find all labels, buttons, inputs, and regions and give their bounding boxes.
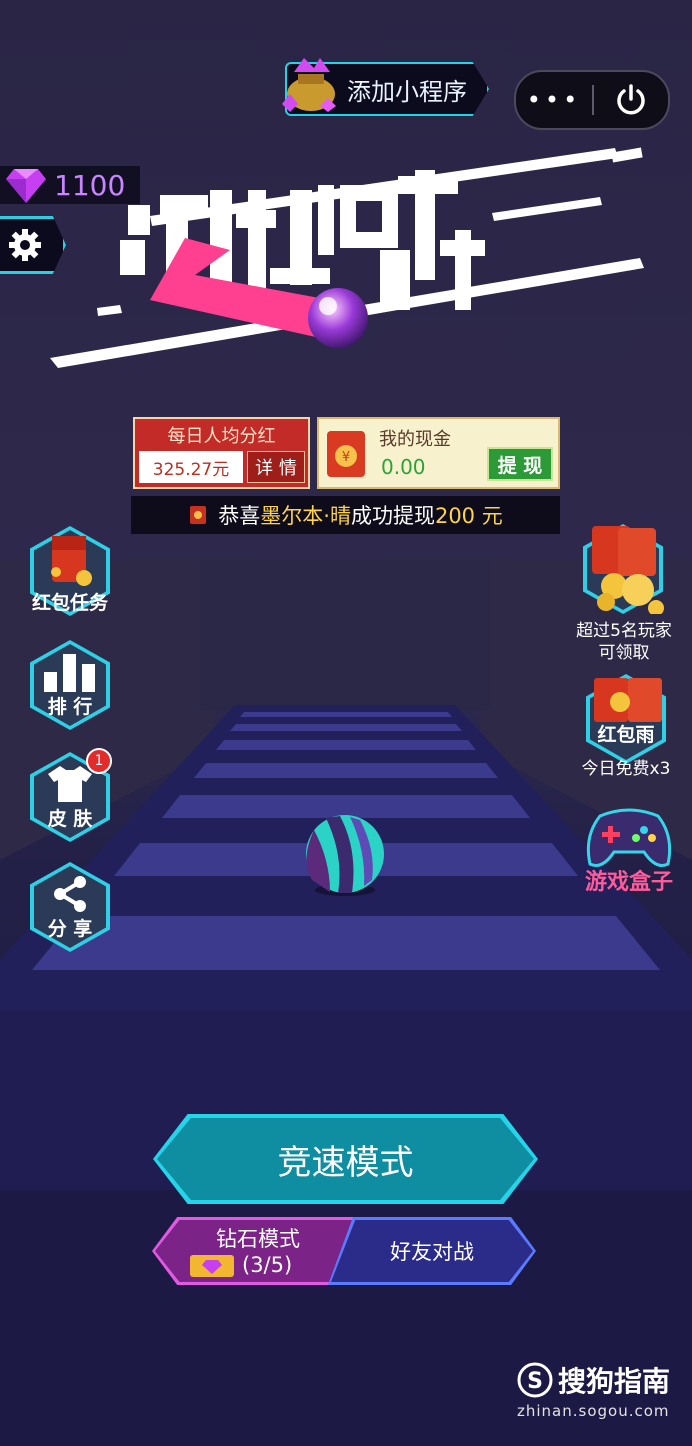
watermark-brand: S 搜狗指南	[516, 1360, 670, 1400]
diamond-mode-label: 钻石模式	[216, 1227, 300, 1251]
withdraw-button[interactable]: 提 现	[487, 447, 553, 481]
red-envelope-icon	[190, 506, 207, 524]
details-button[interactable]: 详 情	[247, 451, 305, 483]
close-button[interactable]	[594, 83, 668, 117]
red-envelope-icon: ¥	[327, 431, 365, 477]
ticker-name: 墨尔本·晴	[260, 504, 351, 528]
watermark-brand-text: 搜狗指南	[558, 1365, 671, 1398]
treasure-bag-icon	[282, 58, 336, 112]
cash-value: 0.00	[381, 455, 426, 479]
diamond-mode-button[interactable]: 钻石模式 (3/5)	[152, 1217, 362, 1285]
diamond-counter: 1100	[0, 166, 140, 204]
daily-dividend-amount: 325.27元	[139, 451, 243, 483]
watermark-domain: zhinan.sogou.com	[517, 1402, 670, 1420]
player-reward-button[interactable]: 超过5名玩家 可领取	[568, 520, 680, 663]
friend-battle-label: 好友对战	[331, 1220, 533, 1282]
settings-button[interactable]	[0, 216, 66, 274]
race-mode-button[interactable]: 竞速模式	[153, 1114, 538, 1204]
race-mode-label: 竞速模式	[157, 1118, 534, 1200]
gear-icon	[9, 229, 41, 261]
withdraw-ticker: 恭喜 墨尔本·晴 成功提现 200 元	[131, 496, 560, 534]
add-miniprogram-label: 添加小程序	[347, 77, 467, 106]
skin-notification-badge: 1	[86, 748, 112, 774]
cash-panel: ¥ 我的现金 0.00 提 现	[317, 417, 560, 489]
ticker-amount: 200 元	[434, 504, 503, 528]
gamepad-icon	[586, 808, 672, 867]
daily-dividend-panel: 每日人均分红 325.27元 详 情	[133, 417, 310, 489]
power-icon	[617, 84, 645, 115]
share-icon	[54, 876, 86, 912]
share-label: 分 享	[47, 918, 93, 940]
red-envelope-task-label: 红包任务	[31, 592, 108, 614]
diamond-count: 1100	[54, 168, 126, 202]
svg-text:S: S	[527, 1369, 543, 1394]
tshirt-icon	[48, 766, 92, 802]
red-envelope-task-button[interactable]: 红包任务	[28, 526, 112, 618]
leaderboard-button[interactable]: 排 行	[28, 640, 112, 732]
daily-dividend-title: 每日人均分红	[167, 426, 276, 447]
game-box-button[interactable]: 游戏盒子	[578, 806, 680, 900]
leaderboard-label: 排 行	[47, 696, 93, 718]
red-envelope-rain-label: 红包雨	[597, 724, 655, 746]
red-envelope-coins-icon	[592, 526, 664, 614]
red-envelope-icon	[51, 536, 92, 586]
ticker-prefix: 恭喜	[218, 504, 261, 528]
diamond-ticket-icon	[190, 1255, 234, 1277]
friend-battle-button[interactable]: 好友对战	[328, 1217, 536, 1285]
ticker-middle: 成功提现	[350, 504, 435, 528]
cash-title: 我的现金	[379, 429, 451, 450]
share-button[interactable]: 分 享	[28, 862, 112, 954]
more-menu-button[interactable]: •••	[516, 86, 592, 114]
player-reward-line2: 可领取	[598, 643, 650, 663]
skin-label: 皮 肤	[47, 808, 93, 830]
red-envelope-rain-button[interactable]: 红包雨 今日免费x3	[570, 666, 682, 779]
bar-chart-icon	[44, 654, 95, 692]
game-box-label: 游戏盒子	[584, 870, 673, 895]
diamond-icon	[6, 169, 46, 203]
diamond-mode-count: (3/5)	[242, 1253, 293, 1277]
miniprogram-capsule: •••	[514, 70, 670, 130]
svg-text:¥: ¥	[342, 450, 350, 465]
sogou-logo-icon: S	[517, 1362, 553, 1398]
free-today-text: 今日免费x3	[581, 759, 671, 779]
